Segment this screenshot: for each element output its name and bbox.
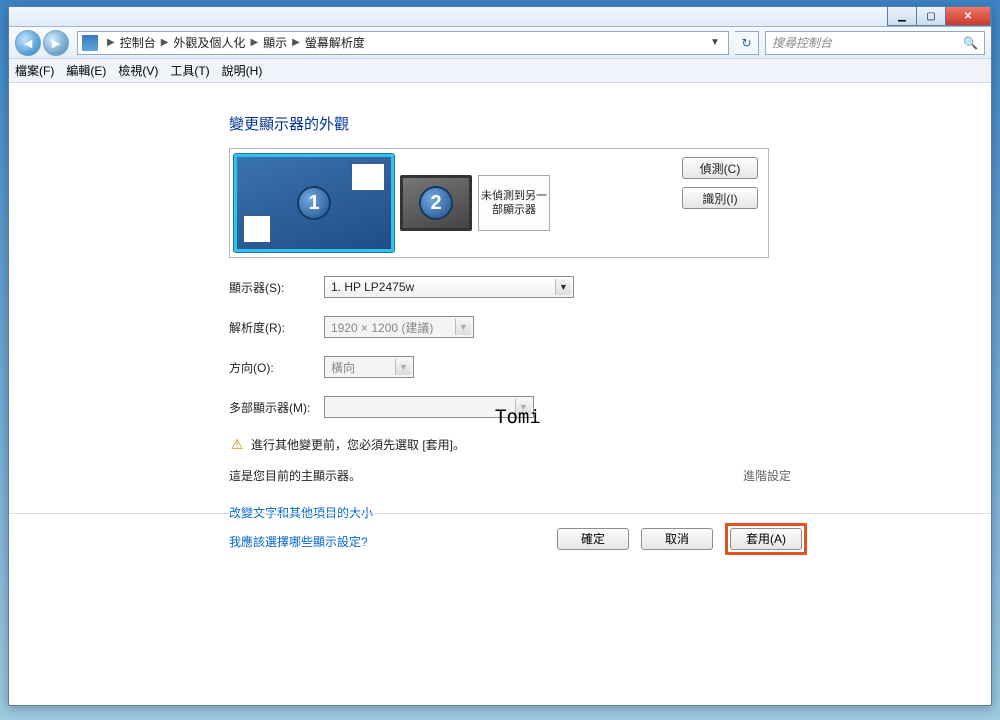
- row-resolution: 解析度(R): 1920 × 1200 (建議) ▼: [229, 316, 991, 338]
- orientation-select-value: 橫向: [331, 359, 355, 376]
- resolution-select[interactable]: 1920 × 1200 (建議) ▼: [324, 316, 474, 338]
- breadcrumb[interactable]: ▶ 控制台 ▶ 外觀及個人化 ▶ 顯示 ▶ 螢幕解析度: [102, 34, 365, 51]
- menu-view[interactable]: 檢視(V): [118, 62, 158, 79]
- chevron-down-icon: ▼: [455, 319, 471, 335]
- identify-button[interactable]: 識別(I): [682, 187, 758, 209]
- chevron-down-icon: ▼: [555, 279, 571, 295]
- menu-tools[interactable]: 工具(T): [170, 62, 209, 79]
- crumb-item[interactable]: 外觀及個人化: [173, 34, 245, 51]
- multi-label: 多部顯示器(M):: [229, 399, 324, 416]
- forward-button[interactable]: ►: [43, 30, 69, 56]
- control-panel-window: ▁ ▢ ✕ ◄ ► ▶ 控制台 ▶ 外觀及個人化 ▶ 顯示 ▶ 螢幕解析度 ▼ …: [8, 6, 992, 706]
- row-orientation: 方向(O): 橫向 ▼: [229, 356, 991, 378]
- apply-highlight: 套用(A): [725, 523, 807, 555]
- page-title: 變更顯示器的外觀: [229, 113, 991, 134]
- close-button[interactable]: ✕: [945, 7, 991, 26]
- nav-buttons: ◄ ►: [15, 30, 71, 56]
- search-input[interactable]: 搜尋控制台 🔍: [765, 31, 985, 55]
- monitor-arrangement[interactable]: 1 2 未偵測到另一部顯示器: [234, 153, 550, 253]
- monitor-not-detected: 未偵測到另一部顯示器: [478, 175, 550, 231]
- monitor-2[interactable]: 2: [400, 175, 472, 231]
- orientation-select[interactable]: 橫向 ▼: [324, 356, 414, 378]
- resolution-label: 解析度(R):: [229, 319, 324, 336]
- maximize-button[interactable]: ▢: [916, 7, 946, 26]
- row-display: 顯示器(S): 1. HP LP2475w ▼: [229, 276, 991, 298]
- menu-help[interactable]: 說明(H): [222, 62, 263, 79]
- monitor-number-badge: 2: [419, 186, 453, 220]
- monitor-1[interactable]: 1: [234, 154, 394, 252]
- menu-edit[interactable]: 編輯(E): [66, 62, 106, 79]
- ok-button[interactable]: 確定: [557, 528, 629, 550]
- control-panel-icon: [82, 35, 98, 51]
- search-icon: 🔍: [963, 36, 978, 50]
- monitor-number-badge: 1: [297, 186, 331, 220]
- window-titlebar: ▁ ▢ ✕: [9, 7, 991, 27]
- display-label: 顯示器(S):: [229, 279, 324, 296]
- display-select[interactable]: 1. HP LP2475w ▼: [324, 276, 574, 298]
- window-sim-icon: [243, 215, 271, 243]
- search-placeholder: 搜尋控制台: [772, 34, 832, 51]
- warning-row: ⚠ 進行其他變更前，您必須先選取 [套用]。: [229, 436, 991, 453]
- button-bar: 確定 取消 套用(A): [9, 513, 991, 563]
- primary-display-row: 這是您目前的主顯示器。 進階設定: [229, 467, 991, 484]
- orientation-label: 方向(O):: [229, 359, 324, 376]
- warning-icon: ⚠: [229, 437, 245, 453]
- display-side-buttons: 偵測(C) 識別(I): [682, 157, 758, 209]
- warning-text: 進行其他變更前，您必須先選取 [套用]。: [251, 436, 465, 453]
- row-multiple-displays: 多部顯示器(M): ▼: [229, 396, 991, 418]
- chevron-down-icon: ▼: [395, 359, 411, 375]
- crumb-item[interactable]: 顯示: [263, 34, 287, 51]
- crumb-item[interactable]: 控制台: [120, 34, 156, 51]
- watermark-text: Tomi: [495, 406, 541, 428]
- cancel-button[interactable]: 取消: [641, 528, 713, 550]
- refresh-button[interactable]: ↻: [735, 31, 759, 55]
- address-bar[interactable]: ▶ 控制台 ▶ 外觀及個人化 ▶ 顯示 ▶ 螢幕解析度 ▼: [77, 31, 729, 55]
- back-button[interactable]: ◄: [15, 30, 41, 56]
- minimize-button[interactable]: ▁: [887, 7, 917, 26]
- primary-display-text: 這是您目前的主顯示器。: [229, 467, 361, 484]
- content-area: 變更顯示器的外觀 1 2 未偵測到另一部顯示器 偵測(C) 識別(I) 顯示器(…: [9, 83, 991, 550]
- detect-button[interactable]: 偵測(C): [682, 157, 758, 179]
- display-select-value: 1. HP LP2475w: [331, 280, 414, 294]
- advanced-settings-link[interactable]: 進階設定: [743, 467, 791, 484]
- display-arrangement-box: 1 2 未偵測到另一部顯示器 偵測(C) 識別(I): [229, 148, 769, 258]
- apply-button[interactable]: 套用(A): [730, 528, 802, 550]
- crumb-item[interactable]: 螢幕解析度: [305, 34, 365, 51]
- window-sim-icon: [351, 163, 385, 191]
- chevron-right-icon: ▶: [107, 37, 115, 48]
- menu-file[interactable]: 檔案(F): [15, 62, 54, 79]
- address-dropdown-icon[interactable]: ▼: [706, 37, 724, 48]
- resolution-select-value: 1920 × 1200 (建議): [331, 319, 433, 336]
- chevron-right-icon: ▶: [292, 37, 300, 48]
- chevron-right-icon: ▶: [250, 37, 258, 48]
- chevron-right-icon: ▶: [161, 37, 169, 48]
- nav-row: ◄ ► ▶ 控制台 ▶ 外觀及個人化 ▶ 顯示 ▶ 螢幕解析度 ▼ ↻ 搜尋控制…: [9, 27, 991, 59]
- menu-bar: 檔案(F) 編輯(E) 檢視(V) 工具(T) 說明(H): [9, 59, 991, 83]
